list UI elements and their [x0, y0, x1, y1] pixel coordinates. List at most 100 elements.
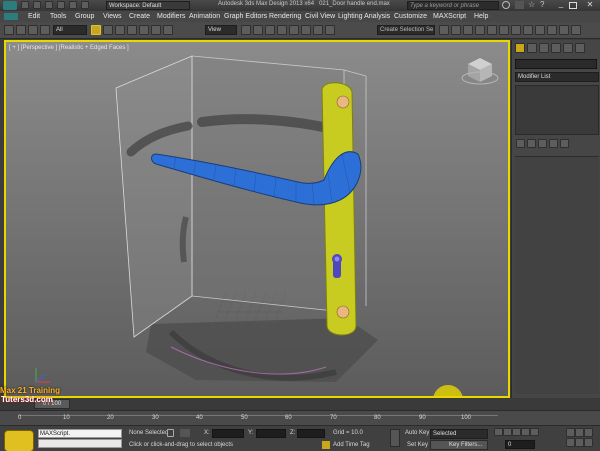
menu-maxscript[interactable]: MAXScript [433, 13, 466, 20]
menu-graph-editors[interactable]: Graph Editors [224, 13, 267, 20]
close-button[interactable]: ✕ [583, 0, 597, 10]
lock-selection-icon[interactable] [167, 429, 174, 437]
select-object-icon[interactable] [91, 25, 101, 35]
restore-button[interactable] [569, 2, 577, 9]
track-bar[interactable]: 0 10 20 30 40 50 60 70 80 90 100 [0, 410, 600, 425]
perspective-viewport[interactable]: [ + ] [Perspective ] [Realistic + Edged … [4, 40, 510, 398]
add-time-tag[interactable]: Add Time Tag [333, 442, 370, 448]
key-filters-button[interactable]: Key Filters... [430, 440, 488, 450]
select-by-name-icon[interactable] [103, 25, 113, 35]
selection-filter-dropdown[interactable]: All [53, 25, 87, 35]
menu-civil-view[interactable]: Civil View [305, 13, 335, 20]
window-crossing-icon[interactable] [127, 25, 137, 35]
render-setup-icon[interactable] [523, 25, 533, 35]
edit-named-selection-icon[interactable] [325, 25, 335, 35]
menu-group[interactable]: Group [75, 13, 94, 20]
y-coordinate-field[interactable] [256, 429, 286, 438]
current-frame-field[interactable]: 0 [505, 440, 535, 449]
mirror-icon[interactable] [439, 25, 449, 35]
communication-center-icon[interactable] [515, 1, 524, 9]
named-selection-dropdown[interactable]: Create Selection Se [377, 25, 435, 35]
app-logo-icon[interactable] [3, 1, 17, 10]
help-icon[interactable]: ? [540, 0, 544, 9]
zoom-all-icon[interactable] [575, 428, 584, 437]
auto-key-button[interactable]: Auto Key [405, 430, 429, 436]
show-end-result-icon[interactable] [527, 139, 536, 148]
hierarchy-tab-icon[interactable] [539, 43, 549, 53]
pivot-center-icon[interactable] [241, 25, 251, 35]
modifier-list-dropdown[interactable]: Modifier List [515, 72, 599, 82]
zoom-extents-icon[interactable] [584, 428, 593, 437]
unlink-icon[interactable] [40, 25, 50, 35]
zoom-icon[interactable] [566, 428, 575, 437]
display-tab-icon[interactable] [563, 43, 573, 53]
menu-modifiers[interactable]: Modifiers [157, 13, 185, 20]
menu-create[interactable]: Create [129, 13, 150, 20]
snaps-toggle-icon[interactable] [277, 25, 287, 35]
spinner-snap-icon[interactable] [313, 25, 323, 35]
menu-edit[interactable]: Edit [28, 13, 40, 20]
configure-sets-icon[interactable] [560, 139, 569, 148]
z-coordinate-field[interactable] [297, 429, 325, 438]
align-icon[interactable] [451, 25, 461, 35]
time-tag-icon[interactable] [322, 441, 330, 449]
key-mode-icon[interactable] [390, 429, 400, 447]
angle-snap-icon[interactable] [289, 25, 299, 35]
utilities-tab-icon[interactable] [575, 43, 585, 53]
redo-icon[interactable] [68, 1, 77, 9]
selected-dropdown[interactable]: Selected [430, 429, 488, 439]
curve-editor-icon[interactable] [487, 25, 497, 35]
keyboard-shortcut-icon[interactable] [265, 25, 275, 35]
select-and-link-icon[interactable] [28, 25, 38, 35]
create-tab-icon[interactable] [515, 43, 525, 53]
workspace-dropdown[interactable]: Workspace: Default [106, 1, 190, 10]
next-frame-icon[interactable] [521, 428, 530, 436]
favorites-star-icon[interactable]: ☆ [528, 0, 535, 9]
remove-modifier-icon[interactable] [549, 139, 558, 148]
time-slider[interactable]: 0 / 100 [0, 398, 600, 410]
motion-tab-icon[interactable] [551, 43, 561, 53]
graphite-ribbon-icon[interactable] [475, 25, 485, 35]
project-folder-icon[interactable] [80, 1, 89, 9]
material-editor-icon[interactable] [511, 25, 521, 35]
redo-toolbar-icon[interactable] [16, 25, 26, 35]
save-file-icon[interactable] [44, 1, 53, 9]
modify-tab-icon[interactable] [527, 43, 537, 53]
set-key-button[interactable]: Set Key [407, 442, 428, 448]
maxscript-output[interactable] [38, 439, 122, 448]
modifier-stack[interactable] [515, 85, 599, 135]
pin-stack-icon[interactable] [516, 139, 525, 148]
new-file-icon[interactable] [21, 1, 29, 9]
menu-animation[interactable]: Animation [189, 13, 220, 20]
minimize-button[interactable]: _ [555, 0, 567, 10]
percent-snap-icon[interactable] [301, 25, 311, 35]
menu-rendering[interactable]: Rendering [269, 13, 301, 20]
rectangular-selection-icon[interactable] [115, 25, 125, 35]
absolute-mode-icon[interactable] [180, 429, 190, 437]
menu-customize[interactable]: Customize [394, 13, 427, 20]
orbit-icon[interactable] [584, 438, 593, 447]
render-active-shade-icon[interactable] [571, 25, 581, 35]
render-production-icon[interactable] [547, 25, 557, 35]
layer-manager-icon[interactable] [463, 25, 473, 35]
menu-help[interactable]: Help [474, 13, 488, 20]
go-to-end-icon[interactable] [530, 428, 539, 436]
go-to-start-icon[interactable] [494, 428, 503, 436]
pan-icon[interactable] [575, 438, 584, 447]
make-unique-icon[interactable] [538, 139, 547, 148]
menu-tools[interactable]: Tools [50, 13, 66, 20]
manipulate-icon[interactable] [253, 25, 263, 35]
render-iterative-icon[interactable] [559, 25, 569, 35]
search-input[interactable]: Type a keyword or phrase [407, 1, 499, 10]
object-name-field[interactable] [515, 59, 597, 69]
previous-frame-icon[interactable] [503, 428, 512, 436]
search-icon[interactable] [502, 1, 510, 9]
select-and-rotate-icon[interactable] [151, 25, 161, 35]
select-and-move-icon[interactable] [139, 25, 149, 35]
rendered-frame-icon[interactable] [535, 25, 545, 35]
undo-toolbar-icon[interactable] [4, 25, 14, 35]
play-icon[interactable] [512, 428, 521, 436]
maxscript-listener[interactable]: MAXScript. [38, 429, 122, 438]
field-of-view-icon[interactable] [566, 438, 575, 447]
reference-coordinate-dropdown[interactable]: View [205, 25, 237, 35]
